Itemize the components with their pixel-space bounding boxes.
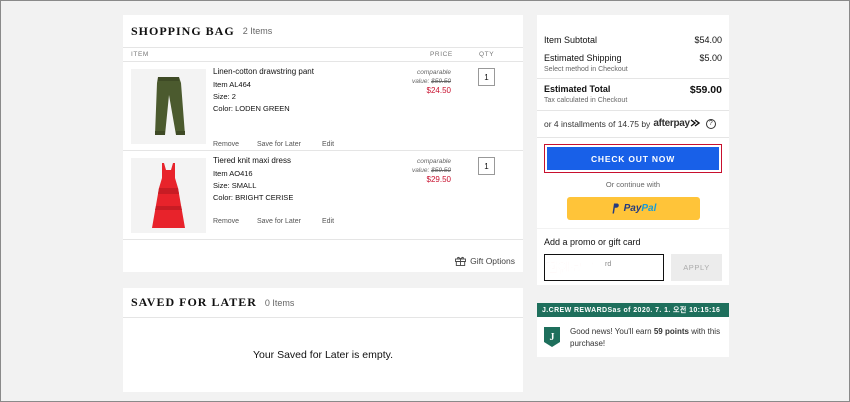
remove-link[interactable]: Remove xyxy=(213,218,239,225)
save-for-later-link[interactable]: Save for Later xyxy=(257,218,301,225)
color-label: Color: xyxy=(213,193,234,202)
afterpay-logo: afterpay xyxy=(653,118,701,129)
gift-icon xyxy=(455,256,467,266)
checkout-highlight: CHECK OUT NOW xyxy=(544,144,722,173)
item-price: comparable value: $59.50 $29.50 xyxy=(412,157,451,184)
afterpay-installments: or 4 installments of 14.75 by afterpay ? xyxy=(544,118,716,129)
bag-item: Tiered knit maxi dress Item AO416 Size: … xyxy=(123,151,523,240)
item-number: Item AL464 xyxy=(213,80,251,89)
item-size: Size: SMALL xyxy=(213,181,256,190)
sale-price: $24.50 xyxy=(426,86,451,95)
product-image-dress[interactable] xyxy=(131,158,206,233)
apply-button[interactable]: APPLY xyxy=(671,254,722,281)
shopping-bag-title: SHOPPING BAG xyxy=(131,23,235,38)
order-summary-panel: Item Subtotal $54.00 Estimated Shipping … xyxy=(537,15,729,228)
checkout-now-button[interactable]: CHECK OUT NOW xyxy=(547,147,719,170)
shipping-value: $5.00 xyxy=(699,53,722,63)
item-color: Color: LODEN GREEN xyxy=(213,104,290,113)
product-image-pant[interactable] xyxy=(131,69,206,144)
shopping-bag-count: 2 Items xyxy=(242,26,273,36)
size-label: Size: xyxy=(213,181,230,190)
promo-panel: Add a promo or gift card rd 할인코드 APPLY xyxy=(537,229,729,285)
rewards-badge-icon: J xyxy=(544,327,560,347)
size-label: Size: xyxy=(213,92,230,101)
saved-empty-message: Your Saved for Later is empty. xyxy=(252,349,394,361)
subtotal-row: Item Subtotal $54.00 xyxy=(544,35,722,45)
color-label: Color: xyxy=(213,104,234,113)
item-price: comparable value: $59.50 $24.50 xyxy=(412,68,451,95)
shopping-bag-header: SHOPPING BAG 2 Items xyxy=(123,15,523,48)
value-label: value: xyxy=(411,167,430,174)
rewards-panel: J.CREW REWARDSas of 2020. 7. 1. 오전 10:15… xyxy=(537,303,729,357)
rewards-points: 59 points xyxy=(653,327,689,336)
col-qty: QTY xyxy=(479,51,495,58)
promo-placeholder: rd xyxy=(605,261,612,268)
sale-price: $29.50 xyxy=(426,175,451,184)
bag-item: Linen-cotton drawstring pant Item AL464 … xyxy=(123,62,523,151)
installments-text: or 4 installments of 14.75 by xyxy=(544,118,651,129)
paypal-text-pay: Pay xyxy=(623,203,642,214)
shopping-bag-panel: SHOPPING BAG 2 Items ITEM PRICE QTY Line… xyxy=(123,15,523,272)
gift-options-label: Gift Options xyxy=(470,256,515,266)
edit-link[interactable]: Edit xyxy=(322,218,334,225)
tax-note: Tax calculated in Checkout xyxy=(544,97,628,104)
afterpay-arrows-icon xyxy=(690,119,700,127)
item-size: Size: 2 xyxy=(213,92,236,101)
quantity-select[interactable]: 1 xyxy=(478,68,495,86)
subtotal-value: $54.00 xyxy=(694,35,722,45)
summary-divider xyxy=(537,78,729,79)
size-value: 2 xyxy=(231,92,236,101)
item-number: Item AO416 xyxy=(213,169,253,178)
shipping-note: Select method in Checkout xyxy=(544,66,628,73)
gift-options-link[interactable]: Gift Options xyxy=(455,256,515,266)
value-label: value: xyxy=(411,78,430,85)
color-value: BRIGHT CERISE xyxy=(235,193,294,202)
item-name[interactable]: Tiered knit maxi dress xyxy=(213,156,291,165)
saved-title: SAVED FOR LATER xyxy=(131,295,257,309)
color-value: LODEN GREEN xyxy=(235,104,290,113)
comparable-label: comparable xyxy=(417,69,451,76)
col-price: PRICE xyxy=(430,51,453,58)
remove-link[interactable]: Remove xyxy=(213,141,239,148)
rewards-header: J.CREW REWARDSas of 2020. 7. 1. 오전 10:15… xyxy=(537,303,729,317)
shipping-row: Estimated Shipping $5.00 xyxy=(544,53,722,63)
or-continue-text: Or continue with xyxy=(605,180,661,189)
summary-divider xyxy=(537,137,729,138)
saved-for-later-panel: SAVED FOR LATER 0 Items Your Saved for L… xyxy=(123,288,523,392)
pant-image xyxy=(155,77,185,135)
item-color: Color: BRIGHT CERISE xyxy=(213,193,293,202)
subtotal-label: Item Subtotal xyxy=(544,35,598,45)
promo-annotation-overlay: 할인코드 xyxy=(546,261,594,277)
paypal-button[interactable]: PayPal xyxy=(567,197,700,220)
save-for-later-link[interactable]: Save for Later xyxy=(257,141,301,148)
paypal-icon xyxy=(612,203,619,214)
was-price: $59.50 xyxy=(431,78,451,85)
question-icon[interactable]: ? xyxy=(705,118,716,129)
afterpay-wordmark: afterpay xyxy=(653,118,690,129)
rewards-message: Good news! You'll earn 59 points with th… xyxy=(570,326,725,350)
total-row: Estimated Total $59.00 xyxy=(544,84,722,96)
shipping-label: Estimated Shipping xyxy=(544,53,622,63)
promo-label: Add a promo or gift card xyxy=(544,237,641,247)
promo-code-input[interactable]: rd 할인코드 xyxy=(544,254,664,281)
col-item: ITEM xyxy=(131,51,149,58)
total-label: Estimated Total xyxy=(544,84,611,94)
saved-header: SAVED FOR LATER 0 Items xyxy=(123,288,523,318)
quantity-select[interactable]: 1 xyxy=(478,157,495,175)
summary-divider xyxy=(537,110,729,111)
paypal-text-pal: Pal xyxy=(641,203,657,214)
total-value: $59.00 xyxy=(689,84,722,96)
saved-count: 0 Items xyxy=(264,297,295,308)
comparable-label: comparable xyxy=(417,158,451,165)
dress-image xyxy=(152,163,185,228)
item-name[interactable]: Linen-cotton drawstring pant xyxy=(213,67,314,76)
edit-link[interactable]: Edit xyxy=(322,141,334,148)
size-value: SMALL xyxy=(231,181,257,190)
was-price: $59.50 xyxy=(431,167,451,174)
column-headers: ITEM PRICE QTY xyxy=(123,48,523,62)
rewards-text-pre: Good news! You'll earn xyxy=(570,327,652,336)
